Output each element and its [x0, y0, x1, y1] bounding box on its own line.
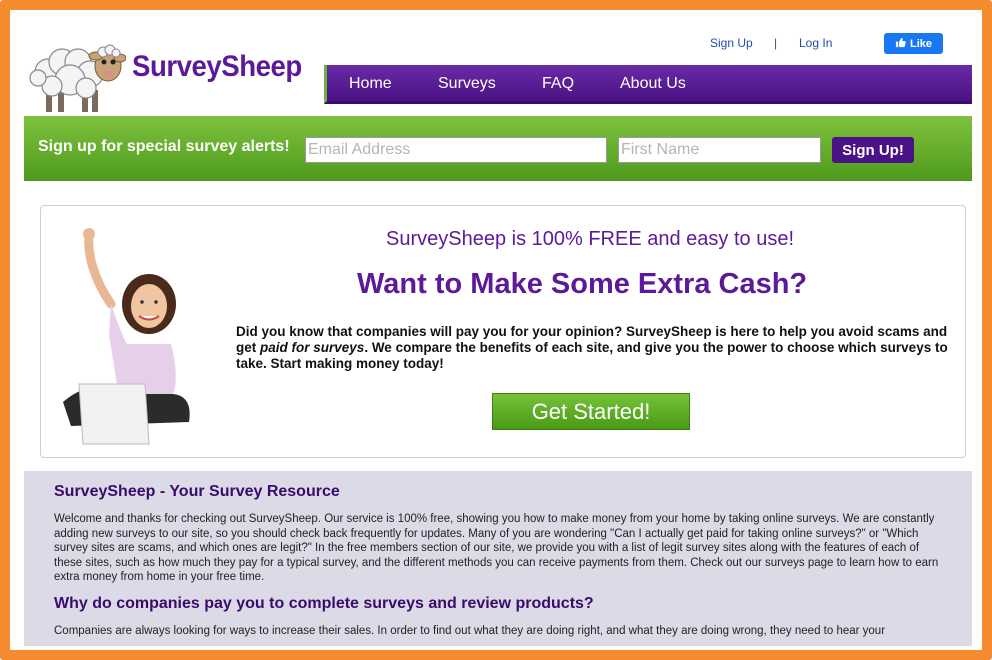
page-content: SurveySheep Sign Up | Log In Like Home S… — [24, 10, 972, 650]
signup-button[interactable]: Sign Up! — [832, 137, 914, 163]
log-in-link[interactable]: Log In — [799, 36, 832, 50]
link-separator: | — [774, 36, 778, 50]
why-companies-paragraph: Companies are always looking for ways to… — [54, 625, 886, 637]
resource-section: SurveySheep - Your Survey Resource Welco… — [24, 471, 972, 646]
page-frame: SurveySheep Sign Up | Log In Like Home S… — [0, 0, 992, 660]
nav-faq[interactable]: FAQ — [542, 75, 574, 93]
nav-home[interactable]: Home — [349, 75, 392, 93]
facebook-like-button[interactable]: Like — [884, 33, 943, 54]
nav-about-us[interactable]: About Us — [620, 75, 686, 93]
email-input[interactable] — [305, 137, 607, 163]
like-label: Like — [909, 37, 932, 50]
hero-text-emphasis: paid for surveys — [260, 340, 365, 355]
woman-laptop-image — [53, 226, 193, 448]
resource-heading: SurveySheep - Your Survey Resource — [54, 483, 340, 500]
get-started-button[interactable]: Get Started! — [492, 393, 690, 430]
signup-bar: Sign up for special survey alerts! Sign … — [24, 116, 972, 181]
hero-title: Want to Make Some Extra Cash? — [357, 268, 808, 300]
signup-label: Sign up for special survey alerts! — [38, 138, 290, 155]
thumbs-up-icon — [895, 37, 906, 51]
hero-panel: SurveySheep is 100% FREE and easy to use… — [40, 205, 966, 458]
main-nav: Home Surveys FAQ About Us — [324, 65, 972, 104]
hero-subtitle: SurveySheep is 100% FREE and easy to use… — [386, 228, 795, 250]
first-name-input[interactable] — [618, 137, 821, 163]
nav-surveys[interactable]: Surveys — [438, 75, 496, 93]
brand-name[interactable]: SurveySheep — [132, 50, 302, 84]
resource-paragraph: Welcome and thanks for checking out Surv… — [54, 513, 939, 583]
why-companies-heading: Why do companies pay you to complete sur… — [54, 595, 594, 612]
sheep-logo-icon[interactable] — [26, 32, 127, 118]
sign-up-link[interactable]: Sign Up — [710, 36, 753, 50]
hero-description: Did you know that companies will pay you… — [236, 324, 951, 372]
